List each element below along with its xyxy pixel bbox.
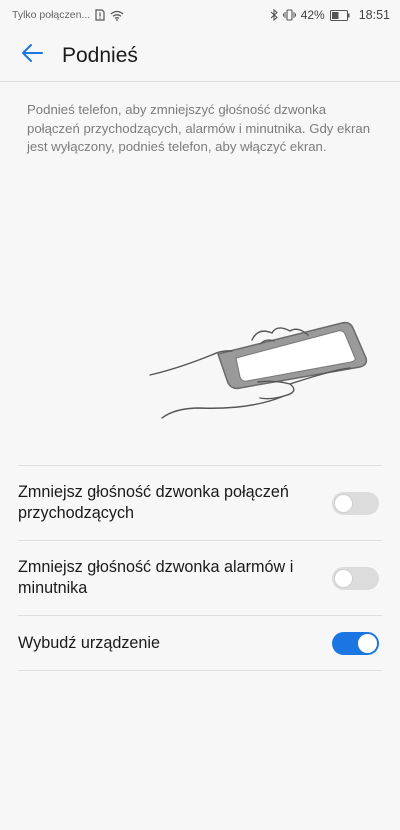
app-bar: Podnieś [0, 30, 400, 82]
clock: 18:51 [358, 8, 390, 22]
sim-alert-icon [95, 9, 105, 21]
wifi-icon [110, 10, 124, 21]
settings-list: Zmniejsz głośność dzwonka połączeń przyc… [18, 465, 382, 671]
bluetooth-icon [270, 9, 278, 21]
screen: Tylko połączen... 42% 18:51 Podnieś Podn… [0, 0, 400, 830]
battery-percent: 42% [300, 8, 325, 22]
toggle-knob [358, 633, 377, 653]
status-right: 42% 18:51 [270, 8, 390, 22]
toggle-knob [334, 568, 353, 588]
back-button[interactable] [10, 34, 54, 78]
divider [18, 670, 382, 671]
page-title: Podnieś [62, 43, 138, 67]
toggle-reduce-alarm-timer[interactable] [332, 566, 379, 590]
carrier-label: Tylko połączen... [12, 9, 91, 21]
back-arrow-icon [20, 43, 44, 68]
setting-row-reduce-alarm-timer[interactable]: Zmniejsz głośność dzwonka alarmów i minu… [18, 541, 382, 615]
setting-label-reduce-call-ringtone: Zmniejsz głośność dzwonka połączeń przyc… [18, 483, 289, 522]
toggle-knob [334, 493, 353, 513]
battery-icon [329, 9, 350, 21]
setting-row-wake-device[interactable]: Wybudź urządzenie [18, 616, 382, 670]
description-text: Podnieś telefon, aby zmniejszyć głośność… [27, 102, 371, 154]
setting-row-reduce-call-ringtone[interactable]: Zmniejsz głośność dzwonka połączeń przyc… [18, 466, 382, 540]
raise-phone-illustration [140, 310, 380, 430]
setting-label-wake-device: Wybudź urządzenie [18, 633, 161, 652]
setting-label-reduce-alarm-timer: Zmniejsz głośność dzwonka alarmów i minu… [18, 558, 294, 597]
status-bar: Tylko połączen... 42% 18:51 [0, 0, 400, 30]
status-left: Tylko połączen... [12, 9, 124, 21]
vibrate-icon [282, 9, 296, 21]
toggle-reduce-call-ringtone[interactable] [332, 491, 379, 515]
toggle-wake-device[interactable] [332, 631, 379, 655]
